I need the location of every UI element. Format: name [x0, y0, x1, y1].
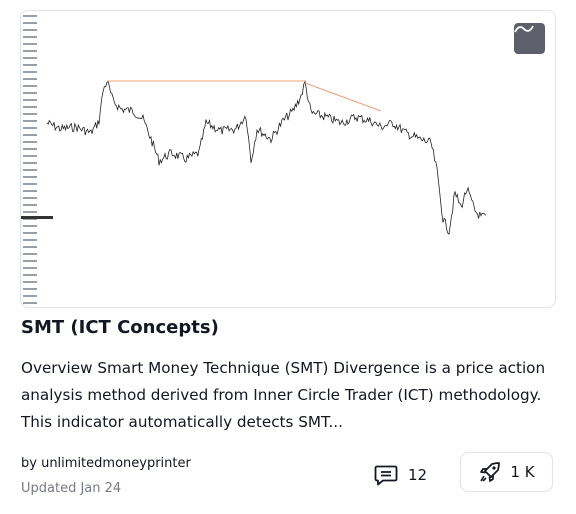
axis-tick-label: [23, 246, 37, 248]
axis-tick-label: [23, 71, 37, 73]
author-link[interactable]: by unlimitedmoneyprinter: [21, 456, 191, 471]
axis-tick-label: [23, 176, 37, 178]
axis-tick-label: [23, 113, 37, 115]
axis-tick-label: [23, 302, 37, 304]
axis-tick-label: [23, 169, 37, 171]
axis-tick-label: [23, 197, 37, 199]
axis-tick-label: [23, 162, 37, 164]
axis-tick-label: [23, 190, 37, 192]
comments-button[interactable]: 12: [374, 458, 427, 492]
axis-tick-label: [23, 183, 37, 185]
axis-tick-label: [23, 50, 37, 52]
axis-tick-label: [23, 288, 37, 290]
axis-tick-label: [23, 64, 37, 66]
boosts-count: 1 K: [510, 463, 535, 481]
axis-tick-label: [23, 120, 37, 122]
axis-tick-label: [23, 92, 37, 94]
axis-tick-label: [23, 134, 37, 136]
line-chart-icon: [514, 25, 534, 33]
axis-tick-label: [23, 43, 37, 45]
axis-tick-label: [23, 267, 37, 269]
axis-tick-label: [23, 204, 37, 206]
updated-date: Updated Jan 24: [21, 481, 122, 496]
axis-tick-label: [23, 127, 37, 129]
axis-tick-label: [23, 295, 37, 297]
axis-tick-label: [23, 106, 37, 108]
axis-tick-label: [23, 85, 37, 87]
comment-icon: [374, 465, 398, 486]
smt-divergence-line: [304, 82, 382, 112]
axis-tick-label: [23, 225, 37, 227]
chart-toggle-button[interactable]: [514, 23, 545, 54]
comments-count: 12: [408, 466, 428, 484]
chart-thumbnail[interactable]: [20, 10, 556, 308]
axis-tick-label: [23, 274, 37, 276]
axis-tick-label: [23, 29, 37, 31]
axis-tick-label: [23, 141, 37, 143]
axis-tick-label: [23, 155, 37, 157]
axis-tick-label: [23, 239, 37, 241]
axis-tick-label: [23, 22, 37, 24]
rocket-icon: [480, 462, 501, 482]
axis-tick-label: [23, 78, 37, 80]
price-line: [46, 80, 487, 235]
axis-tick-label: [23, 36, 37, 38]
axis-tick-label: [23, 260, 37, 262]
card-description: Overview Smart Money Technique (SMT) Div…: [21, 359, 546, 431]
axis-tick-label: [23, 57, 37, 59]
axis-tick-label: [23, 148, 37, 150]
price-marker: [21, 216, 53, 219]
axis-tick-label: [23, 253, 37, 255]
script-card[interactable]: SMT (ICT Concepts) Overview Smart Money …: [0, 0, 576, 514]
axis-tick-label: [23, 281, 37, 283]
axis-tick-label: [23, 99, 37, 101]
axis-tick-label: [23, 232, 37, 234]
card-title[interactable]: SMT (ICT Concepts): [21, 317, 219, 338]
boost-button[interactable]: 1 K: [460, 452, 553, 492]
axis-tick-label: [23, 211, 37, 213]
axis-tick-label: [23, 15, 37, 17]
chart-image: [21, 15, 487, 304]
